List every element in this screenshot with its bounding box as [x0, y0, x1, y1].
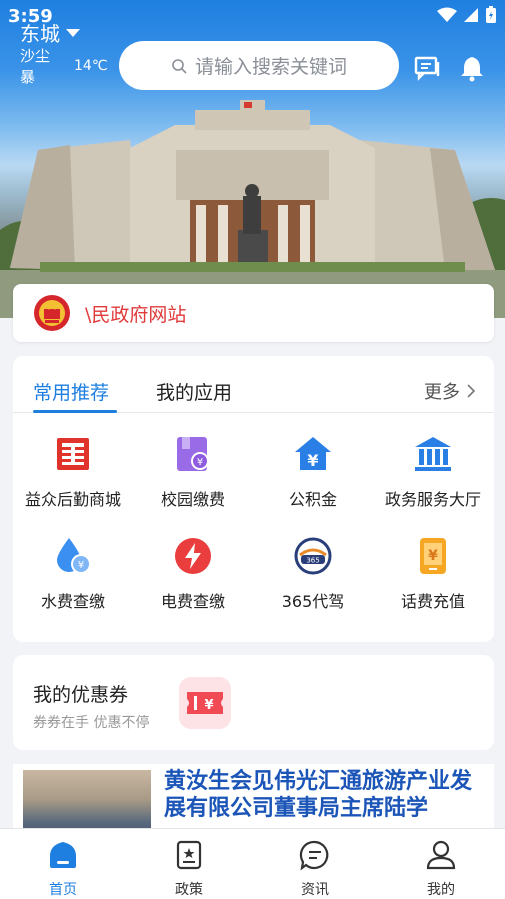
- app-label: 话费充值: [400, 592, 465, 611]
- app-label: 校园缴费: [160, 490, 225, 509]
- city-name: 东城: [20, 22, 60, 46]
- chat-bubble-icon: [299, 840, 329, 871]
- tab-label: 首页: [49, 882, 77, 898]
- app-label: 公积金: [288, 490, 337, 509]
- search-icon: [172, 58, 187, 74]
- wifi-icon: [437, 7, 457, 22]
- bottom-tab-bar: 首页 政策 资讯 我的: [0, 828, 505, 899]
- svg-text:¥: ¥: [204, 698, 213, 713]
- app-item-gov-hall[interactable]: 政务服务大厅: [373, 434, 493, 510]
- battery-icon: [486, 6, 496, 23]
- driver-icon: 365: [294, 537, 332, 575]
- svg-text:¥: ¥: [307, 451, 318, 470]
- tab-my-apps[interactable]: 我的应用: [156, 378, 232, 405]
- tab-home[interactable]: 首页: [23, 839, 103, 899]
- national-emblem-icon: [34, 295, 70, 331]
- svg-text:365: 365: [306, 557, 319, 565]
- news-title: 黄汝生会见伟光汇通旅游产业发展有限公司董事局主席陆学: [164, 768, 473, 821]
- signal-icon: [464, 8, 478, 22]
- tab-mine[interactable]: 我的: [401, 839, 481, 899]
- active-tab-indicator: [33, 410, 117, 413]
- app-label: 365代驾: [281, 592, 345, 611]
- app-label: 电费查缴: [160, 592, 225, 611]
- more-label: 更多: [424, 382, 460, 403]
- status-icons: [437, 6, 497, 24]
- app-label: 政务服务大厅: [384, 490, 481, 509]
- tab-news[interactable]: 资讯: [275, 839, 355, 899]
- tab-recommended[interactable]: 常用推荐: [33, 378, 109, 405]
- message-icon[interactable]: [413, 54, 441, 82]
- gov-website-banner[interactable]: \民政府网站: [13, 284, 494, 342]
- chevron-down-icon: [66, 28, 80, 37]
- app-item-phone-recharge[interactable]: ¥ 话费充值: [373, 536, 493, 612]
- app-screen: 3:59 东城 沙尘暴 14℃ 请输入搜索关键词 \民政府网站 常用推荐 我的应…: [0, 0, 505, 899]
- campus-pay-icon: ¥: [177, 437, 209, 471]
- app-item-driver[interactable]: 365 365代驾: [253, 536, 373, 612]
- phone-recharge-icon: ¥: [420, 538, 446, 574]
- weather-text: 沙尘暴: [20, 47, 51, 86]
- apps-tabs: 常用推荐 我的应用 更多: [13, 356, 494, 413]
- mall-icon: [57, 438, 89, 470]
- tab-label: 政策: [175, 882, 203, 898]
- svg-text:¥: ¥: [78, 560, 84, 571]
- tab-label: 我的: [427, 882, 455, 898]
- coupon-title: 我的优惠券: [33, 684, 129, 706]
- chevron-right-icon: [467, 384, 476, 398]
- housing-fund-icon: ¥: [295, 437, 331, 470]
- home-icon: [50, 842, 76, 868]
- app-label: 水费查缴: [40, 592, 105, 611]
- user-icon: [426, 840, 456, 870]
- app-label: 益众后勤商城: [24, 490, 121, 509]
- search-input[interactable]: 请输入搜索关键词: [119, 41, 399, 90]
- app-item-water-fee[interactable]: ¥ 水费查缴: [13, 536, 133, 612]
- electric-fee-icon: [175, 538, 211, 574]
- gov-website-text: \民政府网站: [85, 303, 187, 326]
- svg-text:¥: ¥: [428, 548, 438, 564]
- apps-card: 常用推荐 我的应用 更多 益众后勤商城 ¥ 校园缴费 ¥ 公积金 政务服务大厅 …: [13, 356, 494, 642]
- search-placeholder: 请输入搜索关键词: [194, 56, 347, 78]
- coupon-subtitle: 券券在手 优惠不停: [33, 715, 150, 731]
- coupon-icon: ¥: [179, 677, 231, 729]
- app-item-housing-fund[interactable]: ¥ 公积金: [253, 434, 373, 510]
- app-item-mall[interactable]: 益众后勤商城: [13, 434, 133, 510]
- more-link[interactable]: 更多: [424, 378, 476, 404]
- app-item-electric-fee[interactable]: 电费查缴: [133, 536, 253, 612]
- city-selector[interactable]: 东城: [20, 18, 80, 47]
- app-item-campus-pay[interactable]: ¥ 校园缴费: [133, 434, 253, 510]
- policy-icon: [176, 840, 202, 870]
- gov-hall-icon: [415, 437, 451, 471]
- tab-policy[interactable]: 政策: [149, 839, 229, 899]
- water-fee-icon: ¥: [57, 538, 91, 574]
- bell-icon[interactable]: [458, 54, 486, 82]
- temperature: 14℃: [74, 58, 108, 74]
- svg-text:¥: ¥: [197, 457, 203, 468]
- tab-label: 资讯: [301, 882, 329, 898]
- coupon-card[interactable]: 我的优惠券 券券在手 优惠不停 ¥: [13, 655, 494, 750]
